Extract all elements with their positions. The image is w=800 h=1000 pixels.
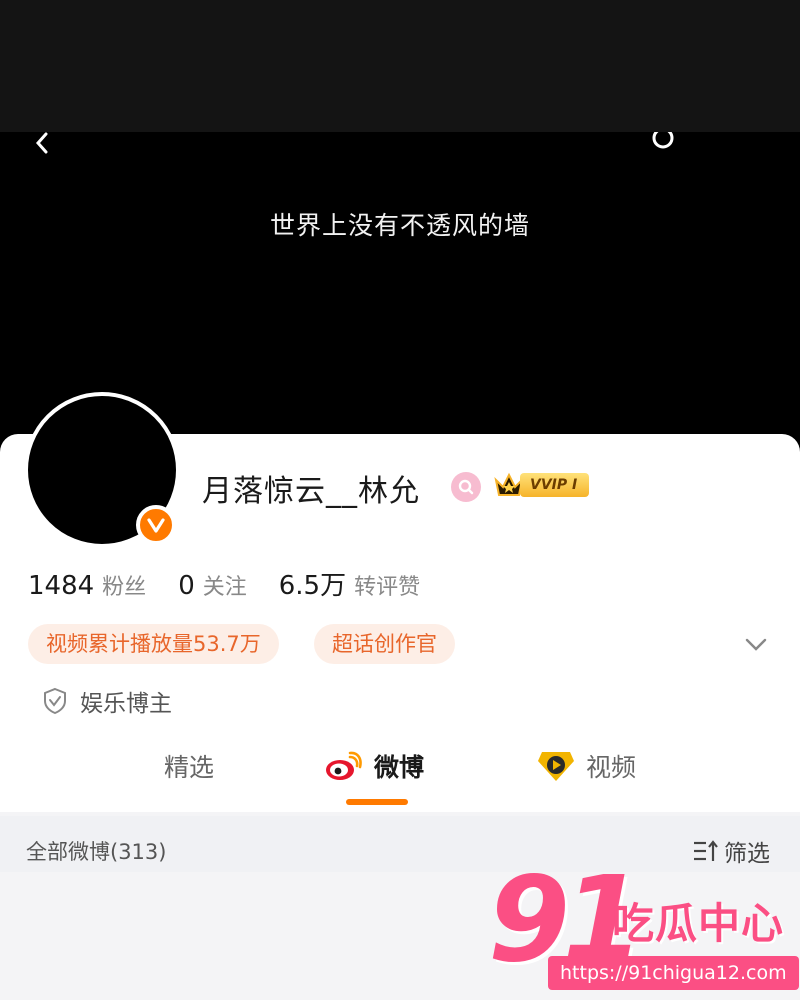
filter-icon <box>694 840 718 861</box>
cover-caption: 世界上没有不透风的墙 <box>269 211 530 240</box>
stat-number: 6.5万 <box>278 571 347 601</box>
search-badge-icon[interactable] <box>451 472 481 502</box>
back-icon[interactable] <box>30 132 52 154</box>
shield-icon <box>44 687 66 715</box>
stat-followers[interactable]: 1484 粉丝 <box>28 569 146 601</box>
more-icon[interactable] <box>648 132 678 154</box>
stat-number: 1484 <box>28 571 95 601</box>
profile-username: 月落惊云__林允 <box>202 474 420 509</box>
verified-v-icon <box>136 505 176 545</box>
stat-number: 0 <box>178 571 195 601</box>
stat-label: 转评赞 <box>354 575 421 600</box>
super-topic-creator-tag[interactable]: 超话创作官 <box>314 624 455 664</box>
vip-badge[interactable]: VVIP Ⅰ <box>494 468 590 502</box>
filter-button[interactable]: 筛选 <box>692 834 770 868</box>
tab-label: 精选 <box>164 753 215 782</box>
tab-video[interactable]: 视频 <box>536 748 636 784</box>
stat-interactions[interactable]: 6.5万 转评赞 <box>279 565 420 602</box>
chevron-down-icon[interactable] <box>742 632 770 656</box>
stat-following[interactable]: 0 关注 <box>178 569 247 601</box>
video-plays-tag[interactable]: 视频累计播放量53.7万 <box>28 624 279 664</box>
video-play-icon <box>538 752 574 781</box>
watermark-url: https://91chigua12.com <box>548 956 799 990</box>
tab-featured[interactable]: 精选 <box>164 748 214 784</box>
watermark-title: 吃瓜中心 <box>612 899 785 948</box>
weibo-logo-icon <box>326 751 362 780</box>
watermark: 91 吃瓜中心 https://91chigua12.com <box>488 850 799 998</box>
status-bar <box>0 0 800 132</box>
all-posts-count: 全部微博(313) <box>26 840 167 864</box>
certification-text: 娱乐博主 <box>80 691 172 717</box>
tab-weibo[interactable]: 微博 <box>324 748 424 784</box>
vip-label: VVIP Ⅰ <box>520 473 590 497</box>
certification: 娱乐博主 <box>42 684 172 718</box>
profile-stats: 1484 粉丝 0 关注 6.5万 转评赞 <box>28 565 452 602</box>
active-tab-indicator <box>346 799 408 805</box>
stat-label: 粉丝 <box>102 575 147 600</box>
filter-label: 筛选 <box>724 841 770 867</box>
tab-label: 视频 <box>586 753 637 782</box>
stat-label: 关注 <box>202 575 247 600</box>
tab-label: 微博 <box>374 753 425 782</box>
